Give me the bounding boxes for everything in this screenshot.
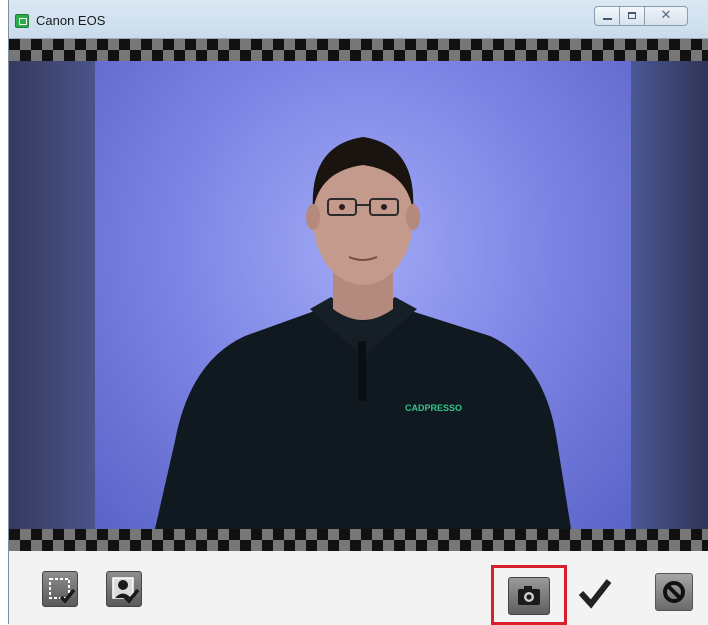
shirt-logo-text: CADPRESSO bbox=[405, 403, 462, 413]
capture-button[interactable] bbox=[491, 565, 567, 625]
select-area-button[interactable] bbox=[42, 571, 78, 607]
maximize-button[interactable] bbox=[619, 6, 645, 26]
close-button[interactable]: ✕ bbox=[644, 6, 688, 26]
crop-check-icon bbox=[49, 578, 76, 604]
checker-border-bottom bbox=[9, 529, 708, 551]
person-image: CADPRESSO bbox=[155, 137, 571, 529]
checkmark-icon bbox=[578, 579, 612, 609]
checker-border-top bbox=[9, 39, 708, 61]
app-icon bbox=[15, 14, 29, 28]
bottom-toolbar bbox=[9, 551, 708, 625]
minimize-icon bbox=[603, 18, 612, 20]
select-face-button[interactable] bbox=[106, 571, 142, 607]
cancel-button[interactable] bbox=[655, 573, 693, 611]
canon-eos-window: Canon EOS ✕ CADPRESSO bbox=[8, 0, 708, 625]
preview-margin-left bbox=[9, 61, 95, 529]
preview-photo: CADPRESSO bbox=[95, 61, 631, 529]
live-view-preview[interactable]: CADPRESSO bbox=[9, 61, 708, 529]
portrait-check-icon bbox=[112, 577, 140, 604]
camera-icon bbox=[518, 586, 540, 605]
accept-button[interactable] bbox=[575, 573, 615, 613]
close-icon: ✕ bbox=[660, 8, 672, 23]
window-title: Canon EOS bbox=[36, 13, 106, 28]
capture-button-face bbox=[508, 577, 550, 615]
title-bar[interactable]: Canon EOS ✕ bbox=[9, 0, 708, 42]
maximize-icon bbox=[628, 12, 636, 19]
minimize-button[interactable] bbox=[594, 6, 620, 26]
preview-margin-right bbox=[631, 61, 708, 529]
content-area: CADPRESSO bbox=[9, 38, 708, 625]
cancel-icon bbox=[663, 581, 685, 603]
